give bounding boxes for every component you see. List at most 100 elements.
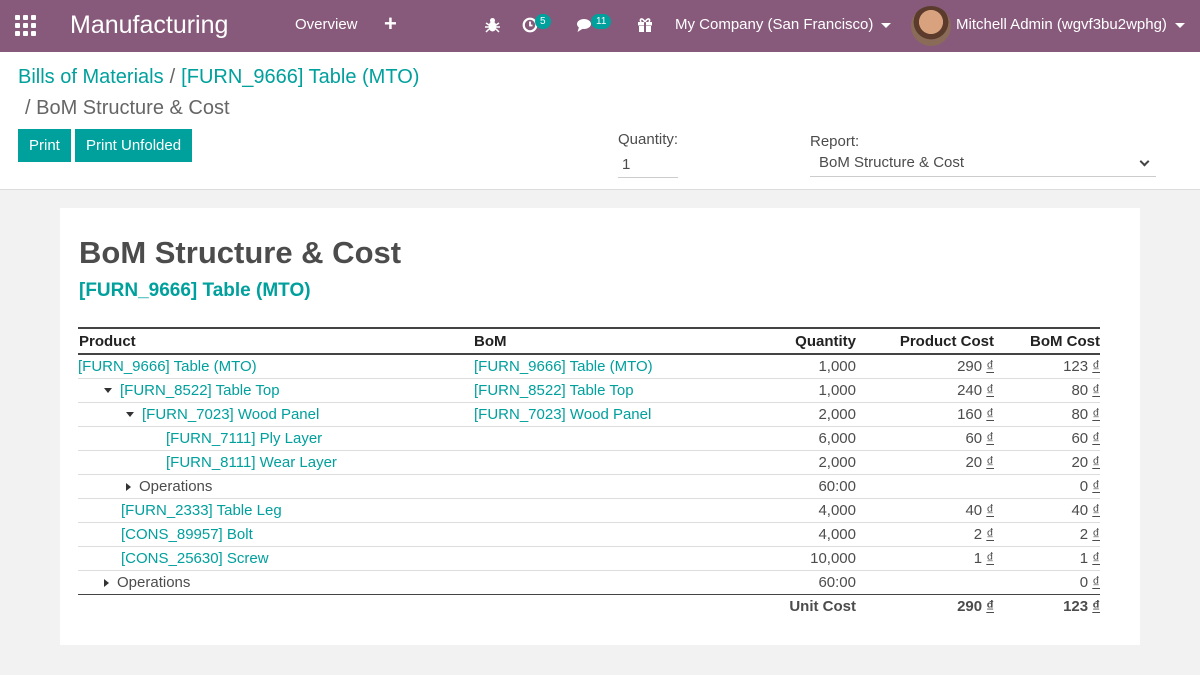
quantity-cell: 2,000 [738, 402, 856, 427]
table-row: [CONS_89957] Bolt 4,000 2 ₫ 2 ₫ [78, 522, 1100, 547]
print-unfolded-button[interactable]: Print Unfolded [75, 129, 193, 162]
product-cell: [FURN_2333] Table Leg [78, 498, 473, 523]
product-cell: Operations [78, 474, 473, 499]
product-link[interactable]: [FURN_9666] Table (MTO) [78, 358, 257, 375]
product-cost-cell: 60 ₫ [856, 426, 994, 451]
bom-cell [473, 570, 738, 595]
bom-cell [473, 546, 738, 571]
product-link[interactable]: [FURN_2333] Table Leg [121, 502, 282, 519]
table-row: Operations 60:00 0 ₫ [78, 570, 1100, 595]
product-cost-cell: 290 ₫ [856, 354, 994, 379]
bom-link[interactable]: [FURN_7023] Wood Panel [474, 406, 651, 423]
caret-right-icon[interactable] [104, 578, 109, 587]
breadcrumb-separator: / [25, 97, 31, 119]
column-header-quantity: Quantity [738, 327, 856, 355]
chevron-down-icon [1174, 22, 1185, 28]
app-title[interactable]: Manufacturing [70, 11, 228, 40]
unit-cost-row: Unit Cost 290 ₫ 123 ₫ [78, 594, 1100, 618]
report-subtitle[interactable]: [FURN_9666] Table (MTO) [79, 280, 311, 302]
quantity-cell: 60:00 [738, 474, 856, 499]
gift-icon[interactable] [637, 17, 653, 32]
operations-label: Operations [117, 573, 191, 591]
activity-badge: 5 [535, 14, 551, 29]
plus-menu-icon[interactable]: + [384, 11, 397, 37]
table-row: [CONS_25630] Screw 10,000 1 ₫ 1 ₫ [78, 546, 1100, 571]
product-cost-cell: 40 ₫ [856, 498, 994, 523]
product-cost-cell: 1 ₫ [856, 546, 994, 571]
page-title: BoM Structure & Cost [36, 97, 230, 119]
product-cost-cell: 240 ₫ [856, 378, 994, 403]
column-header-product-cost: Product Cost [856, 327, 994, 355]
bom-cell [473, 474, 738, 499]
print-button[interactable]: Print [18, 129, 71, 162]
product-link[interactable]: [CONS_25630] Screw [121, 550, 269, 567]
user-menu[interactable]: Mitchell Admin (wgvf3bu2wphg) [956, 16, 1185, 33]
report-title: BoM Structure & Cost [79, 235, 402, 270]
unit-cost-product-cost: 290 ₫ [957, 597, 994, 615]
product-link[interactable]: [FURN_7111] Ply Layer [166, 430, 322, 447]
column-header-product: Product [78, 327, 473, 355]
bom-cost-cell: 2 ₫ [994, 522, 1100, 547]
product-cell: Operations [78, 570, 473, 595]
product-cost-cell: 160 ₫ [856, 402, 994, 427]
product-cell: [FURN_8522] Table Top [78, 378, 473, 403]
quantity-label: Quantity: [618, 131, 679, 148]
breadcrumb: Bills of Materials / [FURN_9666] Table (MT… [18, 66, 419, 89]
chevron-down-icon [881, 22, 892, 28]
bom-table: Product BoM Quantity Product Cost BoM Co… [78, 327, 1100, 618]
caret-down-icon[interactable] [104, 388, 112, 394]
product-link[interactable]: [CONS_89957] Bolt [121, 526, 253, 543]
report-sheet: BoM Structure & Cost [FURN_9666] Table (… [60, 208, 1140, 645]
breadcrumb-product[interactable]: [FURN_9666] Table (MTO) [181, 66, 419, 88]
breadcrumb-bills-of-materials[interactable]: Bills of Materials [18, 66, 164, 88]
bom-cost-cell: 80 ₫ [994, 378, 1100, 403]
bom-cell [473, 498, 738, 523]
company-switcher[interactable]: My Company (San Francisco) [675, 16, 892, 33]
unit-cost-bom-cost: 123 ₫ [1063, 597, 1100, 615]
bom-cost-cell: 0 ₫ [994, 474, 1100, 499]
menu-overview[interactable]: Overview [295, 16, 358, 33]
bug-icon[interactable] [485, 17, 500, 33]
table-row: [FURN_8111] Wear Layer 2,000 20 ₫ 20 ₫ [78, 450, 1100, 475]
bom-cell: [FURN_8522] Table Top [473, 378, 738, 403]
bom-link[interactable]: [FURN_9666] Table (MTO) [474, 358, 653, 375]
bom-cost-cell: 80 ₫ [994, 402, 1100, 427]
product-cell: [FURN_8111] Wear Layer [78, 450, 473, 475]
product-link[interactable]: [FURN_7023] Wood Panel [142, 406, 319, 423]
quantity-cell: 4,000 [738, 498, 856, 523]
bom-cell [473, 450, 738, 475]
product-cell: [FURN_9666] Table (MTO) [78, 354, 473, 379]
control-panel: Bills of Materials / [FURN_9666] Table (MT… [0, 52, 1200, 190]
quantity-cell: 6,000 [738, 426, 856, 451]
bom-cell [473, 522, 738, 547]
unit-cost-label: Unit Cost [789, 597, 856, 615]
company-name: My Company (San Francisco) [675, 16, 874, 33]
report-select-value: BoM Structure & Cost [819, 154, 965, 171]
product-cost-cell: 20 ₫ [856, 450, 994, 475]
top-navbar: Manufacturing Overview + 5 11 My Company… [0, 0, 1200, 52]
product-cell: [FURN_7111] Ply Layer [78, 426, 473, 451]
product-link[interactable]: [FURN_8522] Table Top [120, 382, 280, 399]
product-link[interactable]: [FURN_8111] Wear Layer [166, 454, 337, 471]
quantity-input[interactable] [618, 152, 678, 178]
apps-menu-icon[interactable] [15, 15, 37, 37]
bom-link[interactable]: [FURN_8522] Table Top [474, 382, 634, 399]
table-row: [FURN_9666] Table (MTO) [FURN_9666] Table… [78, 354, 1100, 379]
table-row: Operations 60:00 0 ₫ [78, 474, 1100, 499]
bom-cost-cell: 0 ₫ [994, 570, 1100, 595]
quantity-cell: 60:00 [738, 570, 856, 595]
caret-right-icon[interactable] [126, 482, 131, 491]
quantity-cell: 10,000 [738, 546, 856, 571]
quantity-cell: 4,000 [738, 522, 856, 547]
report-label: Report: [810, 133, 860, 150]
chevron-down-icon [1139, 156, 1150, 167]
table-row: [FURN_2333] Table Leg 4,000 40 ₫ 40 ₫ [78, 498, 1100, 523]
avatar[interactable] [911, 6, 951, 46]
breadcrumb-separator: / [169, 66, 176, 88]
caret-down-icon[interactable] [126, 412, 134, 418]
report-select[interactable]: BoM Structure & Cost [810, 152, 1156, 177]
table-row: [FURN_7111] Ply Layer 6,000 60 ₫ 60 ₫ [78, 426, 1100, 451]
bom-cell: [FURN_7023] Wood Panel [473, 402, 738, 427]
product-cost-cell: 2 ₫ [856, 522, 994, 547]
bom-cell: [FURN_9666] Table (MTO) [473, 354, 738, 379]
